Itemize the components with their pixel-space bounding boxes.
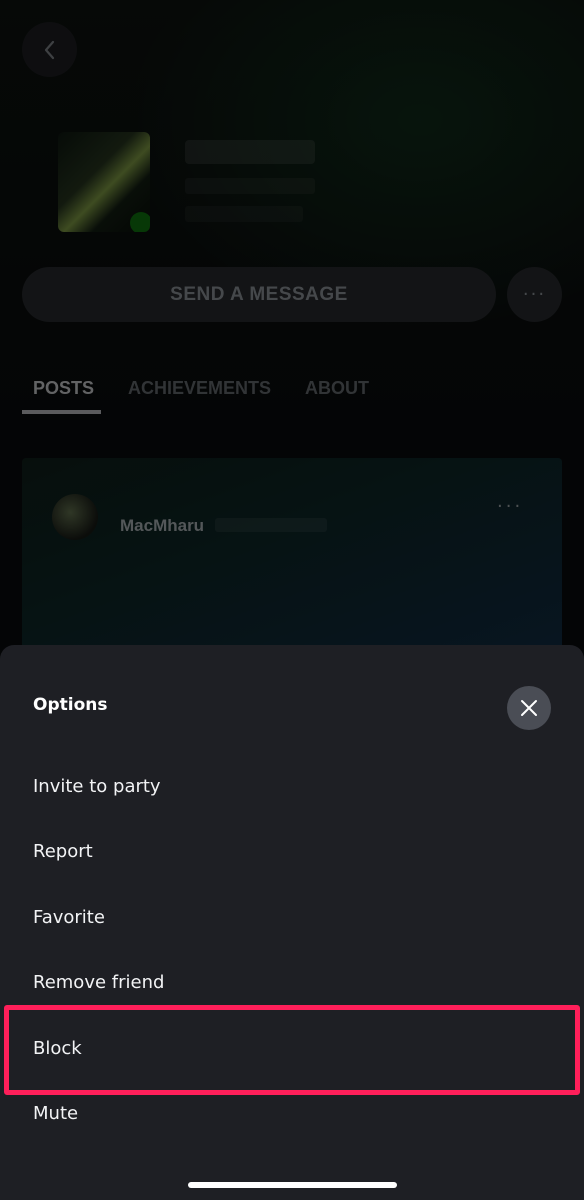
more-options-button[interactable]: ··· xyxy=(507,267,562,322)
tab-about[interactable]: ABOUT xyxy=(305,378,369,399)
chevron-left-icon xyxy=(44,40,54,59)
post-card[interactable]: MacMharu ··· xyxy=(22,458,562,658)
online-status-icon xyxy=(130,212,150,232)
more-horizontal-icon: ··· xyxy=(522,284,547,305)
menu-item-invite-to-party[interactable]: Invite to party xyxy=(33,776,161,797)
sheet-title: Options xyxy=(33,695,108,715)
close-icon xyxy=(521,700,537,716)
home-indicator[interactable] xyxy=(188,1182,397,1188)
tab-achievements[interactable]: ACHIEVEMENTS xyxy=(128,378,271,399)
post-handle-blurred xyxy=(215,518,327,532)
menu-item-remove-friend[interactable]: Remove friend xyxy=(33,972,164,993)
active-tab-indicator xyxy=(22,410,101,414)
menu-item-report[interactable]: Report xyxy=(33,841,93,862)
profile-name-blurred xyxy=(185,140,315,164)
menu-item-favorite[interactable]: Favorite xyxy=(33,907,105,928)
close-button[interactable] xyxy=(507,686,551,730)
profile-subtitle-blurred xyxy=(185,178,315,194)
profile-subtitle-blurred xyxy=(185,206,303,222)
post-username: MacMharu xyxy=(120,516,205,535)
profile-tabs: POSTS ACHIEVEMENTS ABOUT xyxy=(33,378,369,399)
profile-avatar xyxy=(58,132,150,232)
back-button[interactable] xyxy=(22,22,77,77)
avatar xyxy=(52,494,98,540)
send-message-button[interactable]: SEND A MESSAGE xyxy=(22,267,496,322)
post-more-button[interactable]: ··· xyxy=(497,496,523,517)
menu-item-mute[interactable]: Mute xyxy=(33,1103,78,1124)
block-highlight-box xyxy=(4,1005,580,1095)
options-sheet: Options Invite to party Report Favorite … xyxy=(0,645,584,1200)
tab-posts[interactable]: POSTS xyxy=(33,378,94,399)
